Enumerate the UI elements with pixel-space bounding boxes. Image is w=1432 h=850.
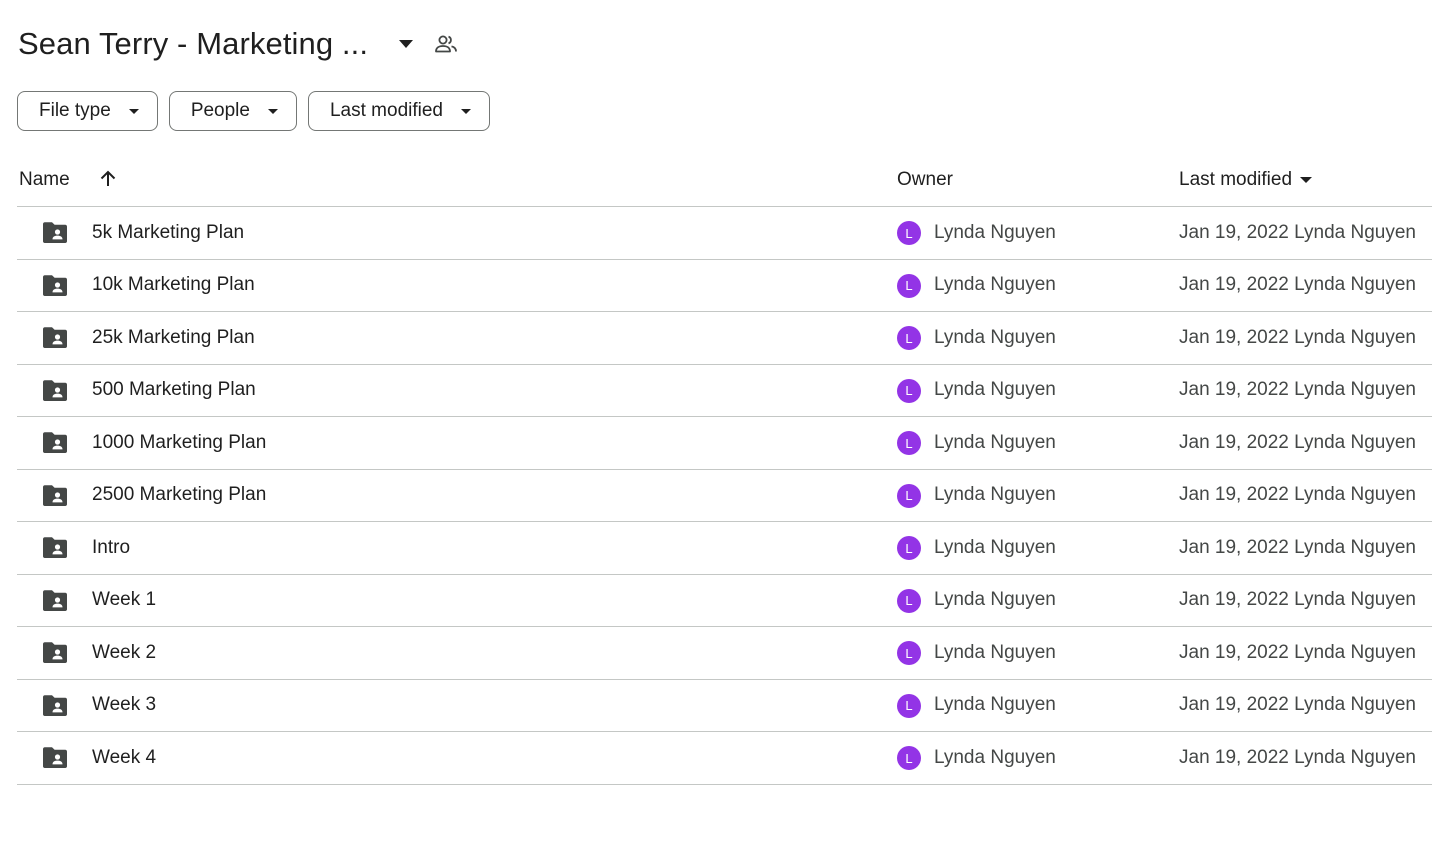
- owner-name: Lynda Nguyen: [934, 694, 1056, 715]
- file-name: Intro: [92, 536, 131, 558]
- file-name: 1000 Marketing Plan: [92, 431, 267, 453]
- file-name: 2500 Marketing Plan: [92, 484, 267, 505]
- last-modified-value: Jan 19, 2022 Lynda Nguyen: [1179, 431, 1416, 453]
- file-row[interactable]: Week 1 L Lynda Nguyen Jan 19, 2022 Lynda…: [17, 575, 1432, 627]
- last-modified-value: Jan 19, 2022 Lynda Nguyen: [1179, 379, 1416, 400]
- filter-label: Last modified: [329, 100, 443, 121]
- owner-name: Lynda Nguyen: [934, 379, 1056, 400]
- file-row[interactable]: 10k Marketing Plan L Lynda Nguyen Jan 19…: [17, 260, 1432, 312]
- shared-folder-icon: [41, 746, 69, 770]
- file-row[interactable]: Week 2 L Lynda Nguyen Jan 19, 2022 Lynda…: [17, 627, 1432, 680]
- shared-folder-icon: [41, 431, 69, 455]
- owner-name: Lynda Nguyen: [934, 274, 1056, 295]
- shared-folder-icon: [41, 589, 69, 613]
- shared-folder-icon: [41, 641, 69, 665]
- file-name: Week 3: [92, 694, 157, 715]
- owner-name: Lynda Nguyen: [934, 221, 1056, 243]
- arrow-drop-down-icon: [266, 104, 280, 118]
- file-name: 25k Marketing Plan: [92, 326, 255, 348]
- file-row[interactable]: 2500 Marketing Plan L Lynda Nguyen Jan 1…: [17, 470, 1432, 522]
- people-filter[interactable]: People: [168, 91, 297, 131]
- last-modified-value: Jan 19, 2022 Lynda Nguyen: [1179, 589, 1416, 610]
- shared-folder-icon: [41, 274, 69, 298]
- owner-avatar: L: [897, 273, 921, 298]
- owner-avatar: L: [897, 431, 921, 455]
- name-column-header[interactable]: Name: [19, 158, 70, 202]
- file-row[interactable]: 25k Marketing Plan L Lynda Nguyen Jan 19…: [17, 312, 1432, 365]
- file-row[interactable]: Week 4 L Lynda Nguyen Jan 19, 2022 Lynda…: [17, 732, 1432, 785]
- last-modified-value: Jan 19, 2022 Lynda Nguyen: [1179, 274, 1416, 295]
- filter-chips: File type People Last modified: [17, 91, 490, 131]
- last-modified-value: Jan 19, 2022 Lynda Nguyen: [1179, 326, 1416, 348]
- file-row[interactable]: 500 Marketing Plan L Lynda Nguyen Jan 19…: [17, 365, 1432, 417]
- folder-title-bar: Sean Terry - Marketing ...: [18, 22, 460, 66]
- last-modified-header-label: Last modified: [1179, 169, 1293, 190]
- file-row[interactable]: 1000 Marketing Plan L Lynda Nguyen Jan 1…: [17, 417, 1432, 470]
- last-modified-value: Jan 19, 2022 Lynda Nguyen: [1179, 221, 1416, 243]
- last-modified-value: Jan 19, 2022 Lynda Nguyen: [1179, 484, 1416, 505]
- shared-folder-icon: [41, 379, 69, 403]
- shared-folder-icon: [41, 536, 69, 560]
- arrow-drop-down-icon[interactable]: [394, 32, 418, 56]
- file-name: 5k Marketing Plan: [92, 221, 245, 243]
- folder-title[interactable]: Sean Terry - Marketing ...: [18, 26, 368, 62]
- owner-name: Lynda Nguyen: [934, 641, 1056, 663]
- shared-folder-icon: [41, 221, 69, 245]
- file-row[interactable]: Week 3 L Lynda Nguyen Jan 19, 2022 Lynda…: [17, 680, 1432, 732]
- file-row[interactable]: Intro L Lynda Nguyen Jan 19, 2022 Lynda …: [17, 522, 1432, 575]
- arrow-drop-down-icon: [127, 104, 141, 118]
- last-modified-filter[interactable]: Last modified: [307, 91, 490, 131]
- owner-name: Lynda Nguyen: [934, 746, 1056, 768]
- owner-name: Lynda Nguyen: [934, 484, 1056, 505]
- owner-name: Lynda Nguyen: [934, 536, 1056, 558]
- table-header: Name Owner Last modified: [17, 158, 1432, 207]
- file-name: 10k Marketing Plan: [92, 274, 255, 295]
- filter-label: File type: [39, 100, 111, 121]
- owner-avatar: L: [897, 536, 921, 560]
- owner-name: Lynda Nguyen: [934, 431, 1056, 453]
- owner-column-header[interactable]: Owner: [897, 158, 953, 202]
- file-name: Week 2: [92, 641, 157, 663]
- arrow-upward-icon[interactable]: [97, 168, 119, 190]
- owner-avatar: L: [897, 483, 921, 508]
- owner-avatar: L: [897, 378, 921, 403]
- owner-avatar: L: [897, 326, 921, 350]
- last-modified-column-header[interactable]: Last modified: [1179, 158, 1313, 202]
- file-row[interactable]: 5k Marketing Plan L Lynda Nguyen Jan 19,…: [17, 207, 1432, 260]
- owner-avatar: L: [897, 693, 921, 718]
- file-type-filter[interactable]: File type: [17, 91, 158, 131]
- shared-folder-icon: [41, 484, 69, 508]
- file-list: 5k Marketing Plan L Lynda Nguyen Jan 19,…: [17, 207, 1432, 785]
- filter-label: People: [190, 100, 250, 121]
- last-modified-value: Jan 19, 2022 Lynda Nguyen: [1179, 746, 1416, 768]
- last-modified-value: Jan 19, 2022 Lynda Nguyen: [1179, 641, 1416, 663]
- arrow-drop-down-icon: [1300, 177, 1313, 183]
- owner-avatar: L: [897, 588, 921, 613]
- arrow-drop-down-icon: [459, 104, 473, 118]
- last-modified-value: Jan 19, 2022 Lynda Nguyen: [1179, 694, 1416, 715]
- shared-folder-icon: [41, 326, 69, 350]
- last-modified-value: Jan 19, 2022 Lynda Nguyen: [1179, 536, 1416, 558]
- owner-avatar: L: [897, 746, 921, 770]
- file-name: 500 Marketing Plan: [92, 379, 256, 400]
- people-outline-icon[interactable]: [432, 30, 460, 58]
- shared-folder-icon: [41, 694, 69, 718]
- owner-name: Lynda Nguyen: [934, 589, 1056, 610]
- file-name: Week 4: [92, 746, 157, 768]
- owner-avatar: L: [897, 641, 921, 665]
- owner-name: Lynda Nguyen: [934, 326, 1056, 348]
- owner-avatar: L: [897, 221, 921, 245]
- file-name: Week 1: [92, 589, 157, 610]
